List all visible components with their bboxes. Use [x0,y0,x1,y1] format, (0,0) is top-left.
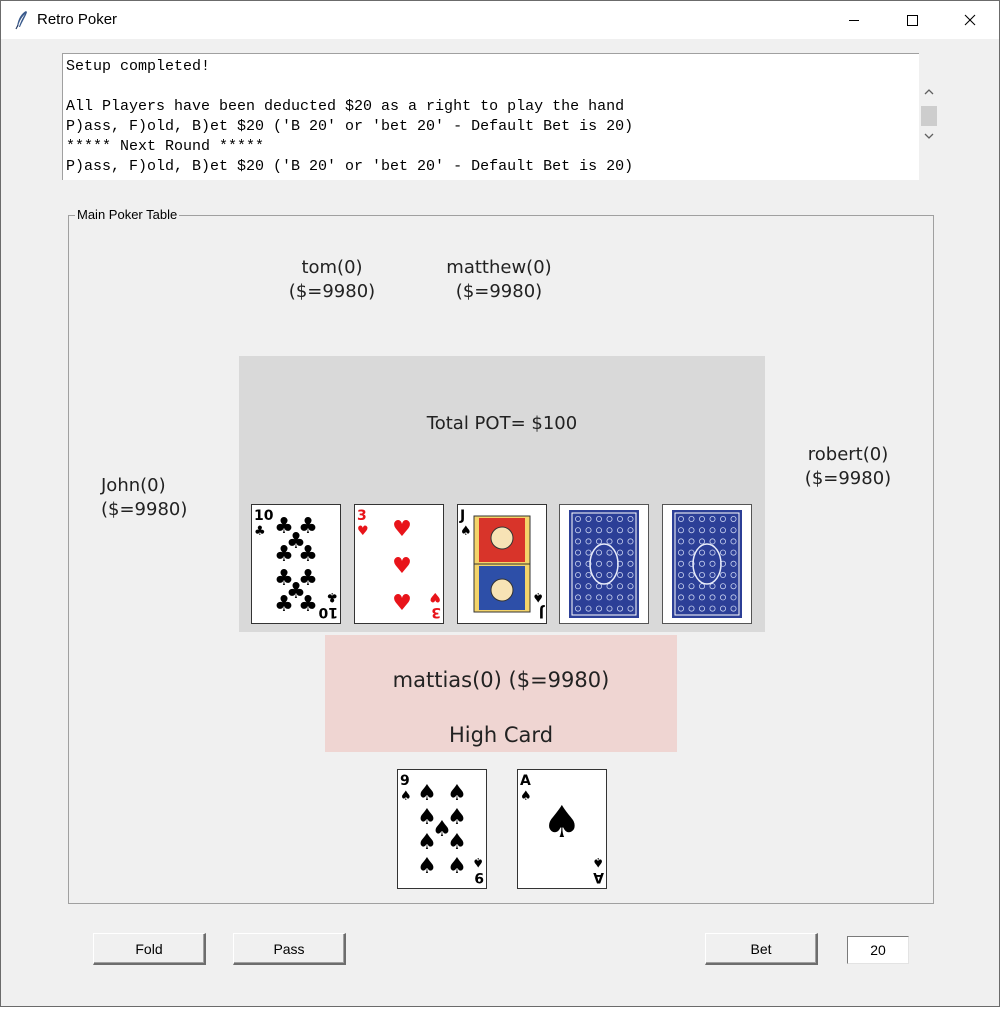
svg-text:♠: ♠ [447,854,467,879]
playing-card: 10♣10♣♣ ♣♣♣ ♣♣ ♣♣♣ ♣ [251,504,341,624]
message-log[interactable]: Setup completed! All Players have been d… [62,53,919,180]
svg-text:♠: ♠ [417,781,437,806]
card-suit-icon: ♣ [254,524,266,539]
player-name: tom(0) [301,257,363,278]
app-window: Retro Poker Setup completed! All Players… [0,0,1000,1007]
scroll-up-icon[interactable] [919,84,939,100]
svg-text:♣: ♣ [298,592,318,617]
player-name: robert(0) [807,444,889,465]
log-line: P)ass, F)old, B)et $20 ('B 20' or 'bet 2… [66,118,634,135]
svg-text:9: 9 [474,869,484,885]
svg-text:♠: ♠ [417,854,437,879]
card-rank: J [459,508,465,524]
player-robert: robert(0) ($=9980) [793,443,903,491]
card-rank: 3 [357,508,367,524]
player-john: John(0) ($=9980) [101,474,216,522]
player-money: ($=9980) [804,468,892,489]
card-back [662,504,752,624]
player-matthew: matthew(0) ($=9980) [439,256,559,304]
fold-button[interactable]: Fold [93,933,206,965]
close-icon[interactable] [947,1,993,39]
player-money: ($=9980) [288,281,376,302]
svg-text:♥: ♥ [392,591,412,616]
card-back [559,504,649,624]
svg-text:♣: ♣ [298,542,318,567]
card-suit-icon: ♠ [400,789,412,804]
svg-text:♥: ♥ [392,554,412,579]
log-line: ***** Next Round ***** [66,138,265,155]
playing-card: 9♠9♠♠ ♠♠ ♠♠♠ ♠♠ ♠ [397,769,487,889]
card-suit-icon: ♠ [520,789,532,804]
svg-text:♣: ♣ [326,589,338,604]
player-tom: tom(0) ($=9980) [272,256,392,304]
svg-text:♠: ♠ [592,854,604,869]
svg-text:J: J [539,604,545,620]
svg-text:♥: ♥ [429,589,441,604]
current-player-label: mattias(0) ($=9980) [392,668,610,692]
playing-card: A♠A♠♠ [517,769,607,889]
playing-card: 3♥3♥♥♥♥ [354,504,444,624]
scroll-down-icon[interactable] [919,128,939,144]
pot-total: Total POT= $100 [426,413,578,434]
window-title: Retro Poker [37,11,118,28]
playing-card: J♠J♠ [457,504,547,624]
svg-text:♣: ♣ [274,592,294,617]
log-line: P)ass, F)old, B)et $20 ('B 20' or 'bet 2… [66,158,634,175]
svg-text:♣: ♣ [274,542,294,567]
pass-button[interactable]: Pass [233,933,346,965]
svg-text:♠: ♠ [447,830,467,855]
player-money: ($=9980) [455,281,543,302]
svg-text:3: 3 [431,604,441,620]
player-name: matthew(0) [446,257,552,278]
log-line: All Players have been deducted $20 as a … [66,98,625,115]
card-rank: 10 [254,508,274,524]
minimize-icon[interactable] [831,1,877,39]
bet-button[interactable]: Bet [705,933,818,965]
poker-table-title: Main Poker Table [75,207,180,222]
title-bar: Retro Poker [1,1,999,39]
svg-text:♠: ♠ [532,589,544,604]
card-suit-icon: ♠ [460,524,472,539]
player-name: John(0) [101,475,166,496]
svg-text:A: A [593,869,604,885]
bet-amount-input[interactable] [847,936,909,964]
log-scrollbar[interactable] [919,84,939,144]
svg-text:♥: ♥ [392,517,412,542]
svg-text:♠: ♠ [417,830,437,855]
player-money: ($=9980) [101,499,188,520]
log-line: Setup completed! [66,58,211,75]
svg-text:10: 10 [318,604,338,620]
feather-icon [15,11,27,30]
svg-text:♠: ♠ [472,854,484,869]
svg-text:♠: ♠ [542,797,581,848]
current-player-panel: mattias(0) ($=9980) High Card [325,635,677,752]
maximize-icon[interactable] [889,1,935,39]
scroll-thumb[interactable] [921,106,937,126]
card-rank: 9 [400,773,410,789]
card-rank: A [520,773,531,789]
card-suit-icon: ♥ [357,524,369,539]
svg-text:♠: ♠ [447,781,467,806]
hand-rank: High Card [448,723,554,747]
